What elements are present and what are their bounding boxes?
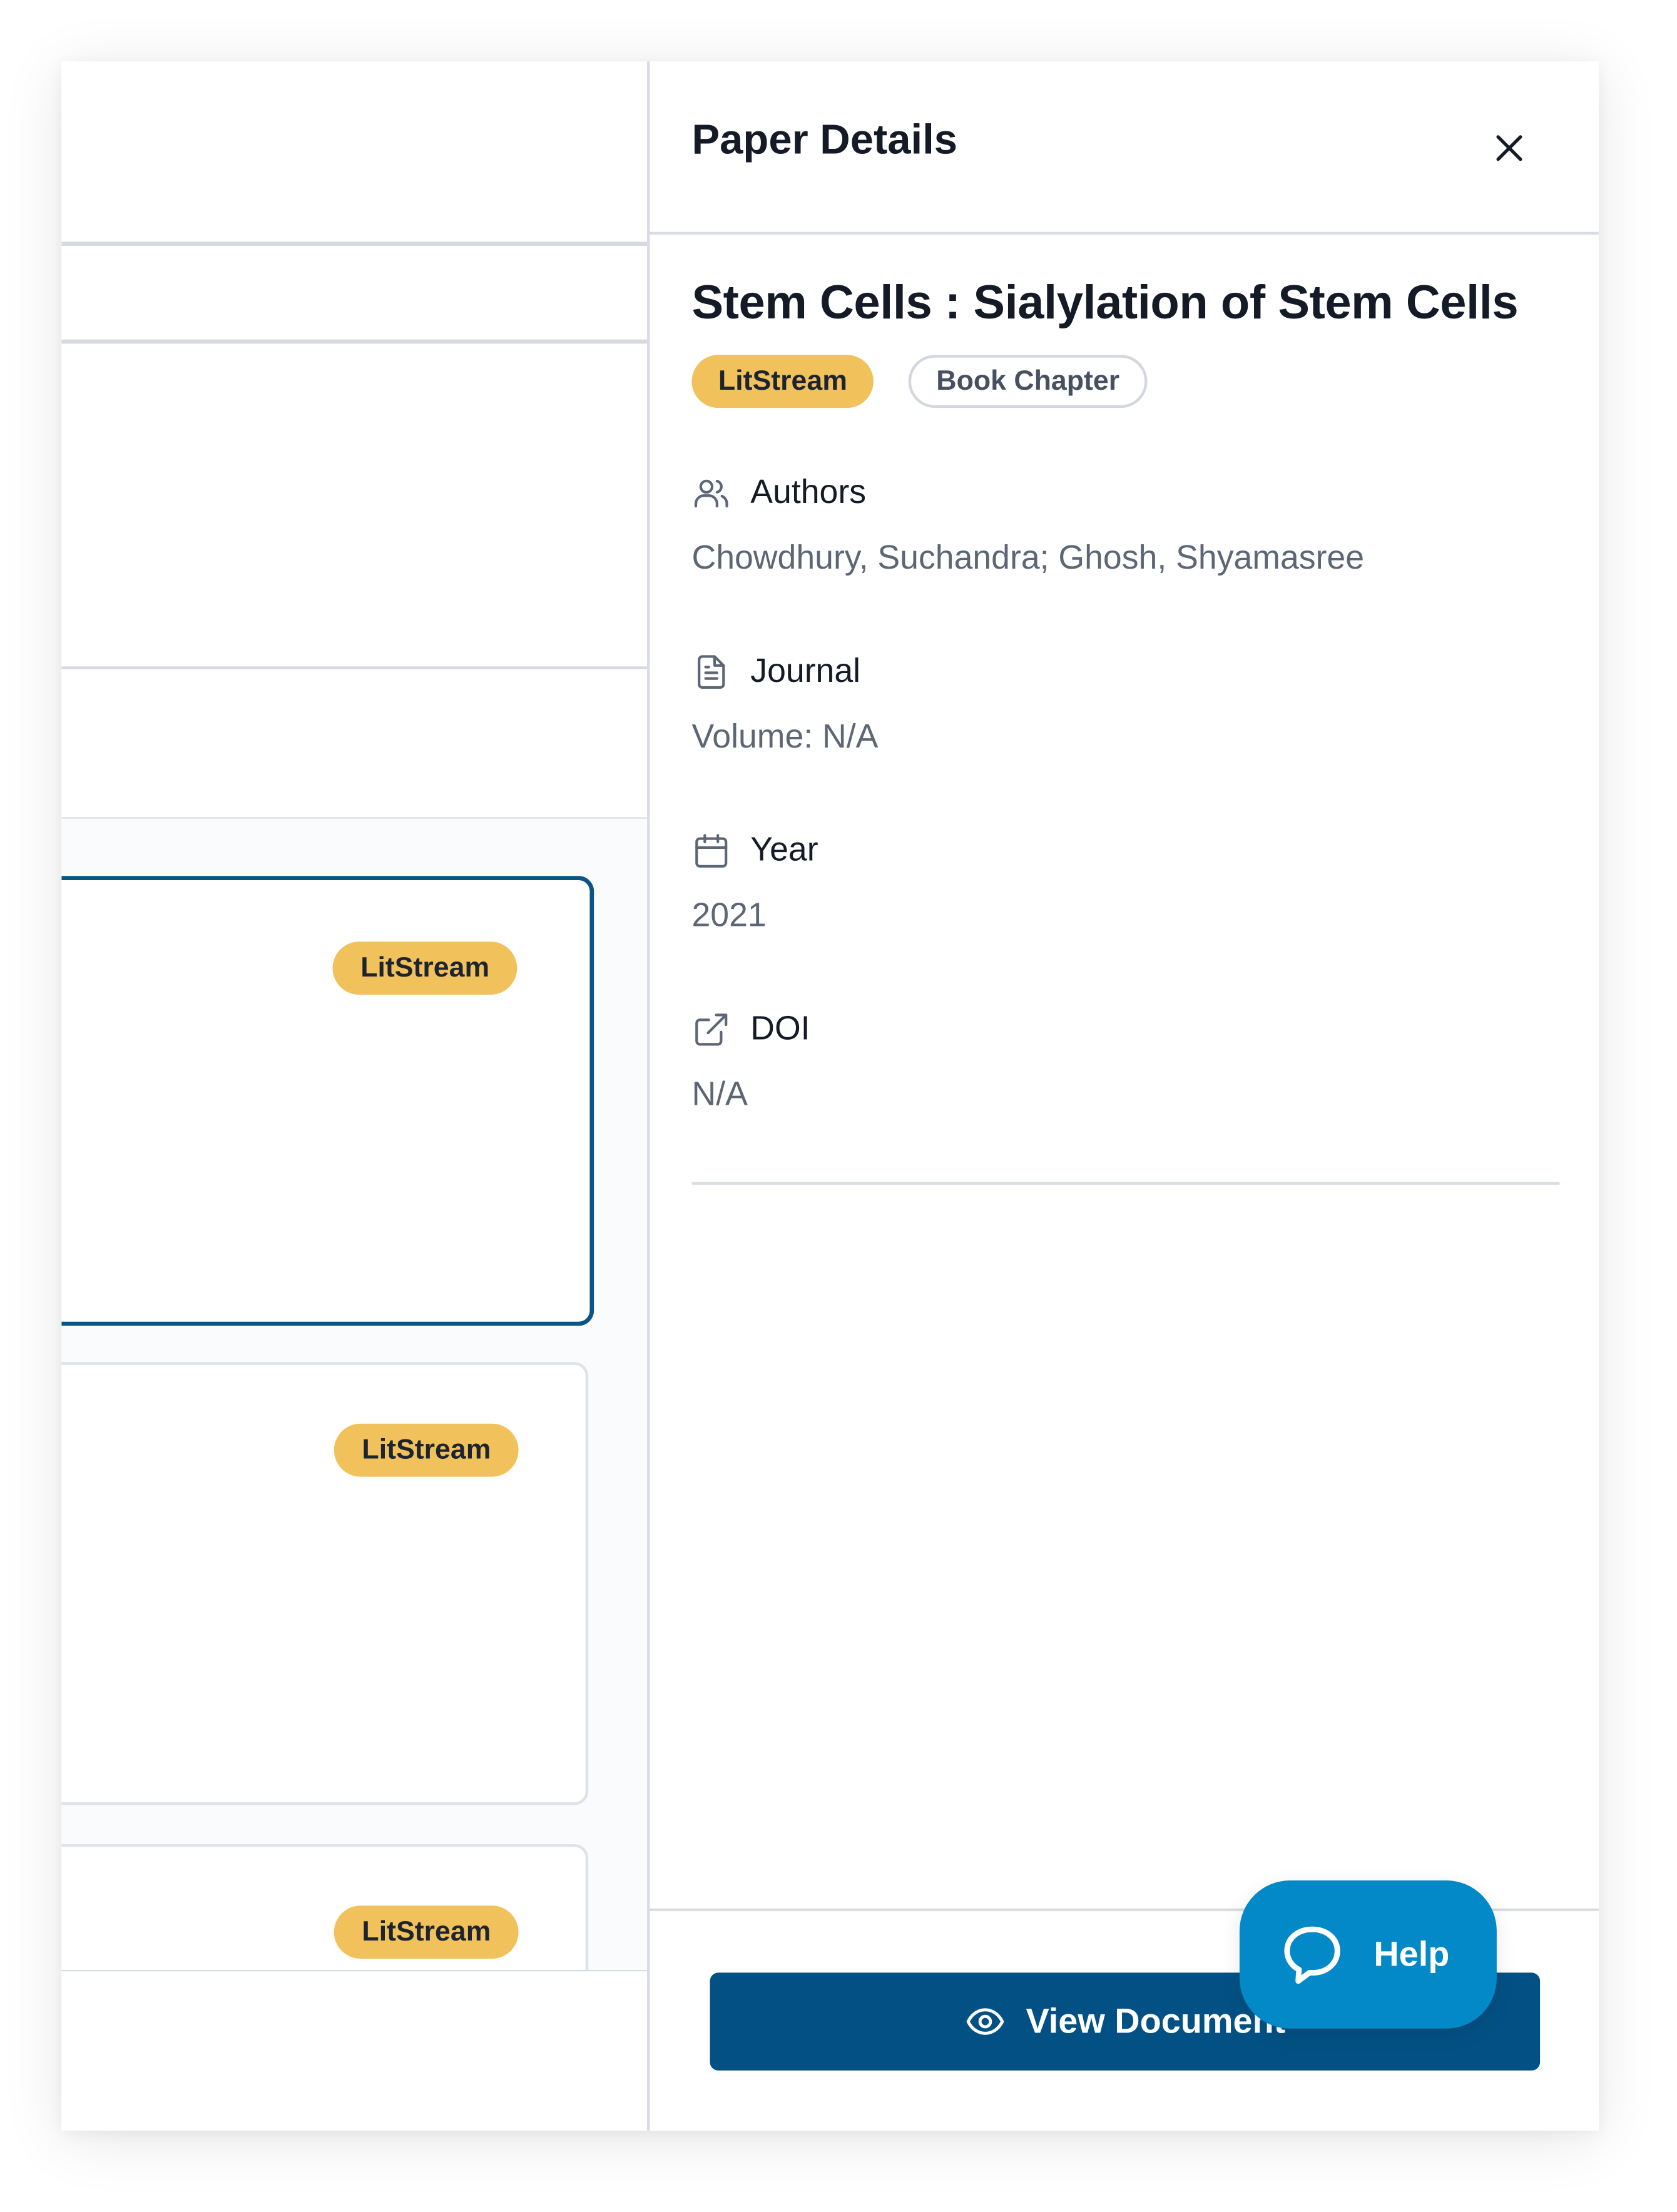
result-card[interactable]: LitStream (61, 876, 594, 1326)
authors-value: Chowdhury, Suchandra; Ghosh, Shyamasree (691, 539, 1365, 577)
chat-bubble-icon (1278, 1921, 1345, 1988)
external-link-icon (691, 1010, 731, 1050)
results-list[interactable]: LitStream LitStream LitStream (61, 818, 648, 1970)
year-section: Year 2021 (691, 830, 1558, 936)
result-card[interactable]: LitStream (61, 1362, 589, 1805)
authors-section: Authors Chowdhury, Suchandra; Ghosh, Shy… (691, 472, 1558, 579)
doi-value: N/A (691, 1075, 748, 1114)
source-badge: LitStream (334, 1423, 519, 1477)
help-button[interactable]: Help (1239, 1880, 1497, 2029)
year-value: 2021 (691, 896, 767, 935)
doi-label: DOI (750, 1010, 810, 1048)
details-header: Paper Details (650, 61, 1599, 235)
source-badge: LitStream (334, 1905, 519, 1959)
source-badge: LitStream (691, 355, 874, 408)
divider (61, 241, 648, 246)
year-label: Year (750, 831, 818, 870)
type-badge: Book Chapter (908, 355, 1148, 408)
calendar-icon (691, 831, 731, 871)
journal-section: Journal Volume: N/A (691, 651, 1558, 758)
close-icon (1496, 135, 1522, 161)
eye-icon (964, 2001, 1006, 2042)
divider (691, 1182, 1560, 1185)
divider (61, 666, 648, 669)
document-icon (691, 652, 731, 692)
panel-title: Paper Details (691, 117, 958, 164)
source-badge: LitStream (332, 941, 517, 995)
help-label: Help (1374, 1934, 1450, 1974)
journal-value: Volume: N/A (691, 718, 879, 756)
paper-title: Stem Cells : Sialylation of Stem Cells (691, 276, 1519, 330)
result-card[interactable]: LitStream (61, 1844, 589, 1970)
screenshot-stage: LitStream LitStream LitStream Paper Deta… (0, 0, 1677, 2212)
app-window: LitStream LitStream LitStream Paper Deta… (61, 61, 1599, 2131)
paper-details-panel: Paper Details Stem Cells : Sialylation o… (647, 61, 1599, 2131)
view-document-label: View Document (1026, 2001, 1286, 2041)
users-icon (691, 474, 731, 513)
divider (61, 339, 648, 344)
journal-label: Journal (750, 652, 861, 691)
close-button[interactable] (1486, 124, 1533, 172)
results-footer (61, 1969, 648, 2131)
results-panel: LitStream LitStream LitStream (61, 61, 648, 2131)
doi-section: DOI N/A (691, 1008, 1558, 1115)
authors-label: Authors (750, 474, 867, 512)
